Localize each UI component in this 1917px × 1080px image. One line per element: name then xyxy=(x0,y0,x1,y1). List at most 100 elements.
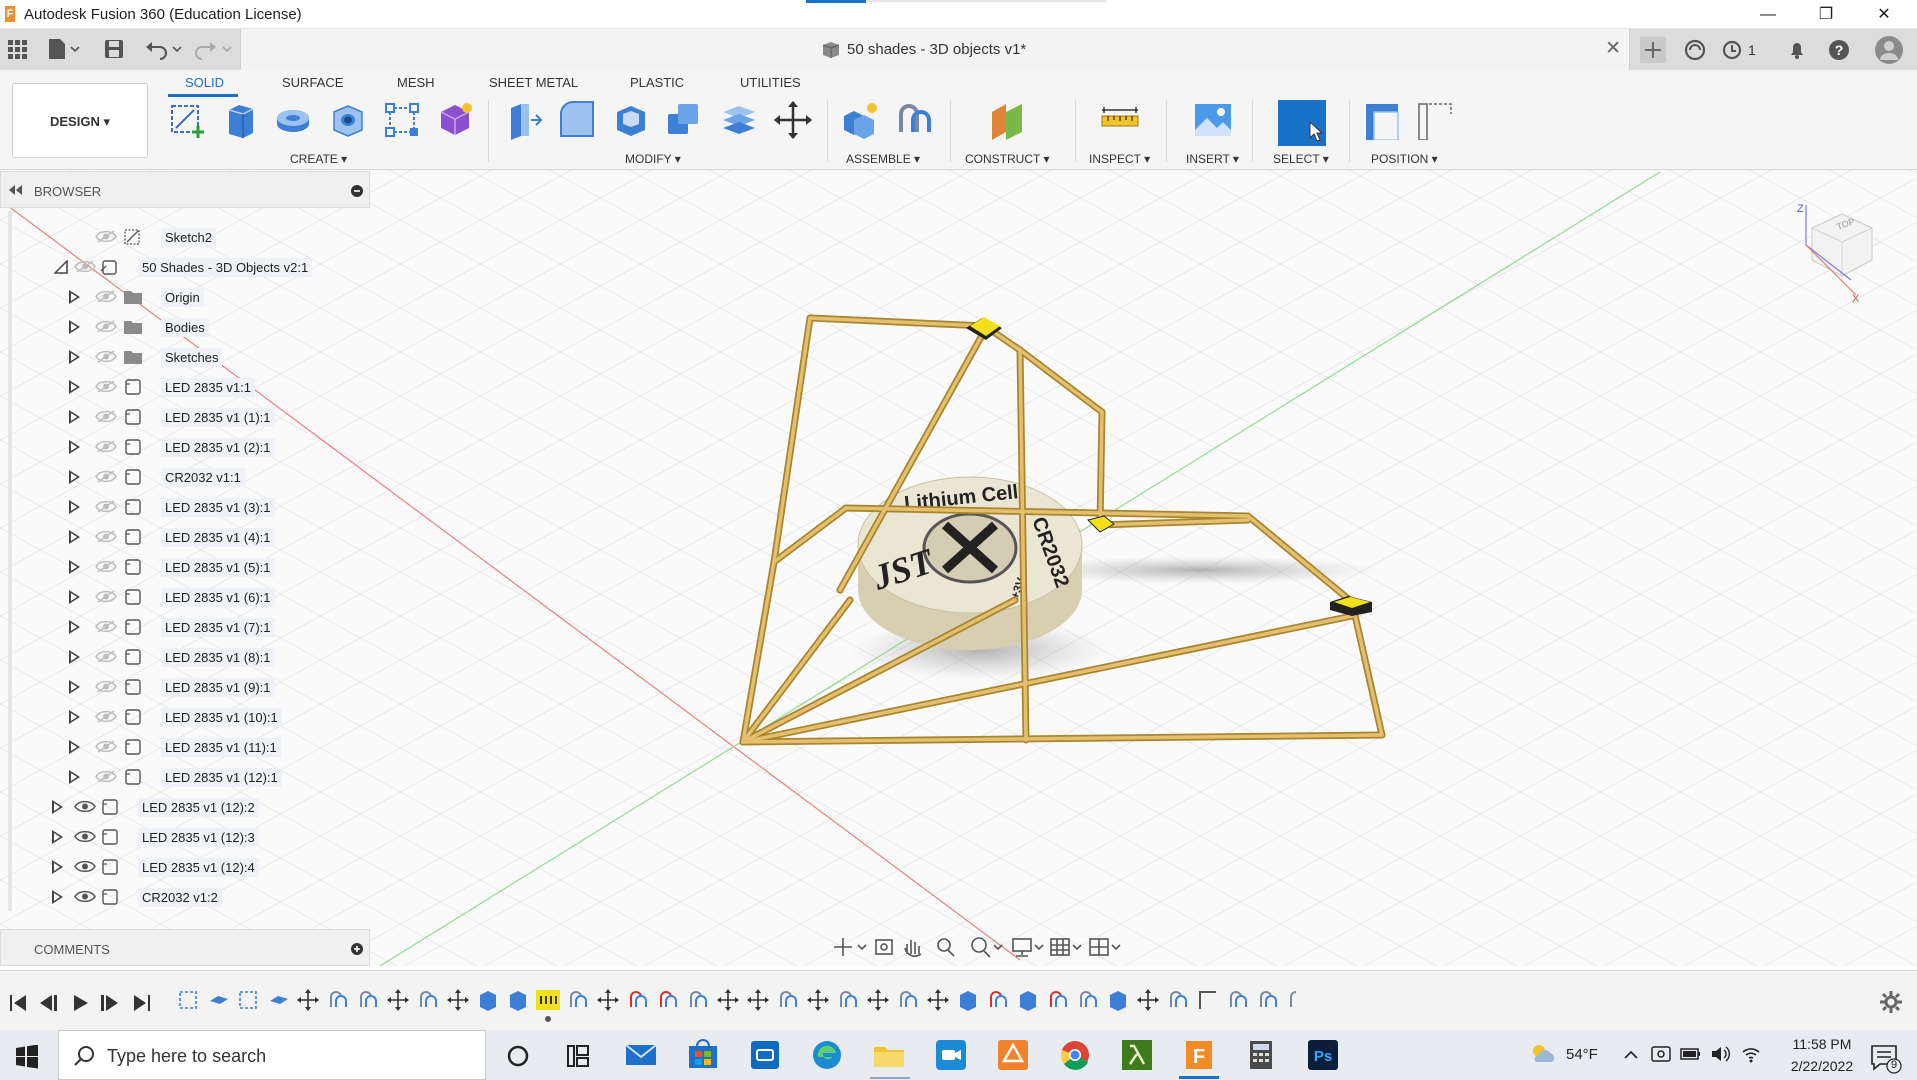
tab-plastic[interactable]: PLASTIC xyxy=(630,75,684,90)
meet-now-icon[interactable] xyxy=(1650,1044,1672,1064)
eye-hidden-icon[interactable] xyxy=(95,529,117,544)
redo-icon[interactable] xyxy=(195,38,235,60)
combine-icon[interactable] xyxy=(664,100,704,140)
timeline-step[interactable] xyxy=(960,991,976,1011)
volume-icon[interactable] xyxy=(1710,1044,1732,1064)
go-to-end-icon[interactable] xyxy=(134,995,150,1011)
assemble-menu[interactable]: ASSEMBLE ▾ xyxy=(846,152,920,166)
document-tab[interactable]: 50 shades - 3D objects v1* ✕ xyxy=(240,29,1630,70)
clock-time[interactable]: 11:58 PM xyxy=(1782,1036,1862,1052)
expand-arrow-icon[interactable] xyxy=(52,830,63,844)
eye-hidden-icon[interactable] xyxy=(95,709,117,724)
save-icon[interactable] xyxy=(104,39,124,59)
new-tab-button[interactable] xyxy=(1640,37,1666,63)
file-explorer-icon[interactable] xyxy=(872,1038,906,1072)
weather-temperature[interactable]: 54°F xyxy=(1566,1046,1598,1063)
insert-image-icon[interactable] xyxy=(1193,100,1233,140)
eye-hidden-icon[interactable] xyxy=(95,469,117,484)
app-cube-icon[interactable] xyxy=(748,1038,782,1072)
offset-face-icon[interactable] xyxy=(719,100,759,140)
expand-arrow-icon[interactable] xyxy=(69,650,80,664)
eye-hidden-icon[interactable] xyxy=(95,289,117,304)
timeline-step[interactable] xyxy=(1260,991,1277,1007)
eye-icon[interactable] xyxy=(74,859,96,874)
expand-arrow-icon[interactable] xyxy=(69,530,80,544)
workspace-switcher[interactable]: DESIGN ▾ xyxy=(12,83,148,158)
browser-item[interactable]: CR2032 v1:1 xyxy=(0,464,378,490)
eye-icon[interactable] xyxy=(74,829,96,844)
revert-position-icon[interactable] xyxy=(1415,100,1455,140)
browser-item[interactable]: LED 2835 v1 (9):1 xyxy=(0,674,378,700)
browser-item[interactable]: LED 2835 v1 (7):1 xyxy=(0,614,378,640)
edge-browser-icon[interactable] xyxy=(810,1038,844,1072)
construct-menu[interactable]: CONSTRUCT ▾ xyxy=(965,152,1049,166)
taskbar-search-box[interactable]: Type here to search xyxy=(58,1030,486,1080)
timeline-step[interactable] xyxy=(900,991,917,1007)
timeline-step[interactable] xyxy=(1137,989,1159,1011)
battery-icon[interactable] xyxy=(1680,1046,1702,1062)
eye-hidden-icon[interactable] xyxy=(95,409,117,424)
browser-item[interactable]: LED 2835 v1:1 xyxy=(0,374,378,400)
timeline-step[interactable] xyxy=(747,989,769,1011)
cortana-icon[interactable] xyxy=(505,1043,531,1069)
eye-hidden-icon[interactable] xyxy=(95,319,117,334)
browser-item[interactable]: LED 2835 v1 (6):1 xyxy=(0,584,378,610)
expand-arrow-icon[interactable] xyxy=(52,860,63,874)
minimize-button[interactable]: — xyxy=(1743,0,1793,29)
expand-arrow-icon[interactable] xyxy=(69,560,80,574)
step-back-icon[interactable] xyxy=(40,995,57,1011)
expand-arrow-icon[interactable] xyxy=(69,740,80,754)
expand-arrow-icon[interactable] xyxy=(69,710,80,724)
clock-date[interactable]: 2/22/2022 xyxy=(1777,1058,1867,1074)
expand-arrow-icon[interactable] xyxy=(52,890,63,904)
browser-item[interactable]: LED 2835 v1 (12):1 xyxy=(0,764,378,790)
browser-item[interactable]: LED 2835 v1 (1):1 xyxy=(0,404,378,430)
browser-item[interactable]: LED 2835 v1 (2):1 xyxy=(0,434,378,460)
eye-hidden-icon[interactable] xyxy=(95,649,117,664)
inspect-menu[interactable]: INSPECT ▾ xyxy=(1089,152,1150,166)
timeline-step[interactable] xyxy=(480,991,496,1011)
browser-item[interactable]: LED 2835 v1 (12):2 xyxy=(0,794,378,820)
timeline-step[interactable] xyxy=(1290,981,1296,1013)
extensions-button[interactable] xyxy=(1682,37,1708,63)
create-sketch-icon[interactable] xyxy=(168,100,208,140)
timeline-step[interactable] xyxy=(1080,991,1097,1007)
timeline-step[interactable] xyxy=(360,991,377,1007)
expand-arrow-icon[interactable] xyxy=(69,380,80,394)
timeline-step[interactable] xyxy=(660,991,677,1007)
eye-hidden-icon[interactable] xyxy=(95,229,117,244)
tab-sheet-metal[interactable]: SHEET METAL xyxy=(489,75,578,90)
play-icon[interactable] xyxy=(74,995,88,1011)
move-copy-icon[interactable] xyxy=(773,100,813,140)
timeline-step[interactable] xyxy=(597,989,619,1011)
timeline-step[interactable] xyxy=(330,991,347,1007)
capture-position-icon[interactable] xyxy=(1362,100,1402,140)
timeline-step[interactable] xyxy=(1199,991,1216,1009)
chrome-browser-icon[interactable] xyxy=(1058,1038,1092,1072)
browser-item[interactable]: LED 2835 v1 (4):1 xyxy=(0,524,378,550)
fillet-icon[interactable] xyxy=(557,100,597,140)
expand-arrow-icon[interactable] xyxy=(69,410,80,424)
browser-item[interactable]: CR2032 v1:2 xyxy=(0,884,378,910)
timeline-step[interactable] xyxy=(780,991,797,1007)
mail-icon[interactable] xyxy=(624,1038,658,1072)
browser-item[interactable]: LED 2835 v1 (10):1 xyxy=(0,704,378,730)
collapse-panel-icon[interactable] xyxy=(8,184,24,196)
eye-hidden-icon[interactable] xyxy=(95,349,117,364)
press-pull-icon[interactable] xyxy=(503,100,543,140)
close-document-button[interactable]: ✕ xyxy=(1605,37,1621,60)
close-window-button[interactable]: ✕ xyxy=(1859,0,1909,29)
eye-icon[interactable] xyxy=(74,889,96,904)
browser-scrollbar[interactable] xyxy=(8,211,12,911)
browser-item[interactable]: 50 Shades - 3D Objects v2:1 xyxy=(0,254,378,280)
browser-item[interactable]: Sketches xyxy=(0,344,378,370)
timeline-step[interactable] xyxy=(927,989,949,1011)
timeline-steps[interactable] xyxy=(176,981,1296,1025)
eye-hidden-icon[interactable] xyxy=(95,499,117,514)
timeline-step[interactable] xyxy=(179,991,197,1009)
go-to-start-icon[interactable] xyxy=(10,995,26,1011)
eye-hidden-icon[interactable] xyxy=(95,589,117,604)
eye-hidden-icon[interactable] xyxy=(74,259,96,274)
photoshop-icon[interactable]: Ps xyxy=(1306,1038,1340,1072)
timeline-step[interactable] xyxy=(840,991,857,1007)
